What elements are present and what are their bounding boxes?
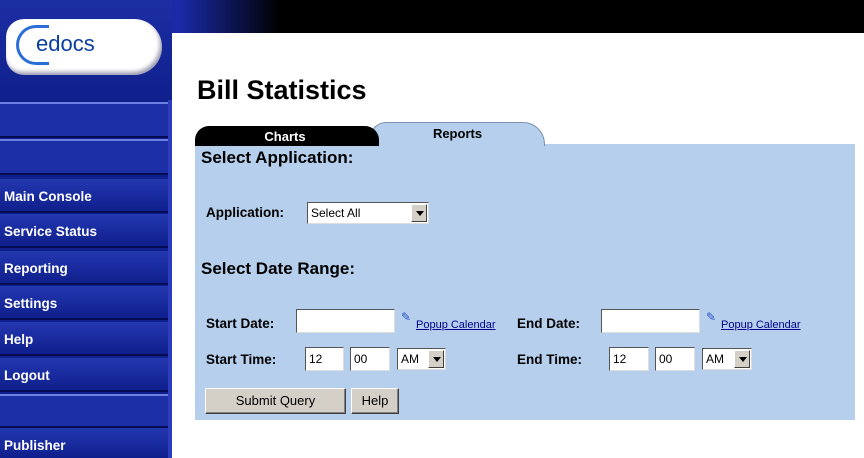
end-ampm-select[interactable]: AM (702, 348, 752, 370)
select-date-range-heading: Select Date Range: (201, 259, 355, 278)
sidebar-blank-button-1 (0, 102, 172, 138)
sidebar-item-label: Logout (4, 368, 50, 383)
tab-reports[interactable]: Reports (370, 122, 545, 146)
sidebar-item-service-status[interactable]: Service Status (0, 214, 172, 248)
page-title: Bill Statistics (197, 75, 367, 105)
select-application-heading: Select Application: (201, 148, 354, 167)
sidebar: edocs Main Console Service Status Report… (0, 0, 172, 458)
start-hour-input[interactable]: 12 (305, 347, 344, 371)
sidebar-item-label: Help (4, 332, 34, 347)
chevron-down-icon[interactable] (734, 350, 750, 368)
sidebar-item-reporting[interactable]: Reporting (0, 251, 172, 285)
start-date-popup-calendar-link[interactable]: Popup Calendar (416, 319, 496, 331)
sidebar-item-label: Main Console (4, 189, 92, 204)
sidebar-item-label: Reporting (4, 261, 68, 276)
tab-label: Reports (432, 126, 483, 141)
chevron-down-icon[interactable] (411, 204, 427, 222)
logo-text: edocs (36, 31, 95, 56)
sidebar-item-help[interactable]: Help (0, 322, 172, 356)
end-date-input[interactable] (601, 309, 700, 333)
submit-query-button[interactable]: Submit Query (205, 388, 346, 414)
start-ampm-value: AM (401, 352, 419, 366)
edocs-logo: edocs (6, 19, 162, 75)
end-hour-input[interactable]: 12 (609, 347, 649, 371)
sidebar-blank-button-3 (0, 394, 172, 428)
application-select-value: Select All (311, 206, 361, 220)
end-minute-input[interactable]: 00 (655, 347, 695, 371)
chevron-down-icon[interactable] (428, 350, 444, 368)
sidebar-item-label: Publisher (4, 438, 66, 453)
start-time-label: Start Time: (206, 352, 277, 367)
sidebar-edge (168, 100, 172, 458)
sidebar-blank-button-2 (0, 139, 172, 175)
calendar-icon[interactable]: ✎ (706, 310, 716, 324)
end-ampm-value: AM (706, 352, 724, 366)
application-select[interactable]: Select All (307, 202, 429, 224)
start-ampm-select[interactable]: AM (397, 348, 446, 370)
application-label: Application: (206, 205, 284, 220)
end-time-label: End Time: (517, 352, 583, 367)
start-date-input[interactable] (296, 309, 395, 333)
calendar-icon[interactable]: ✎ (401, 310, 411, 324)
sidebar-item-label: Settings (4, 296, 58, 311)
start-minute-input[interactable]: 00 (350, 347, 390, 371)
start-date-label: Start Date: (206, 316, 275, 331)
reports-panel (195, 144, 855, 420)
end-date-popup-calendar-link[interactable]: Popup Calendar (721, 319, 801, 331)
tab-label: Charts (264, 129, 306, 144)
end-date-label: End Date: (517, 316, 581, 331)
sidebar-item-settings[interactable]: Settings (0, 286, 172, 320)
sidebar-item-main-console[interactable]: Main Console (0, 179, 172, 213)
logo-area: edocs (0, 0, 172, 102)
help-button[interactable]: Help (351, 388, 399, 414)
sidebar-item-logout[interactable]: Logout (0, 358, 172, 392)
sidebar-item-label: Service Status (4, 224, 98, 239)
sidebar-item-publisher[interactable]: Publisher (0, 428, 172, 458)
tab-charts[interactable]: Charts (195, 126, 379, 146)
